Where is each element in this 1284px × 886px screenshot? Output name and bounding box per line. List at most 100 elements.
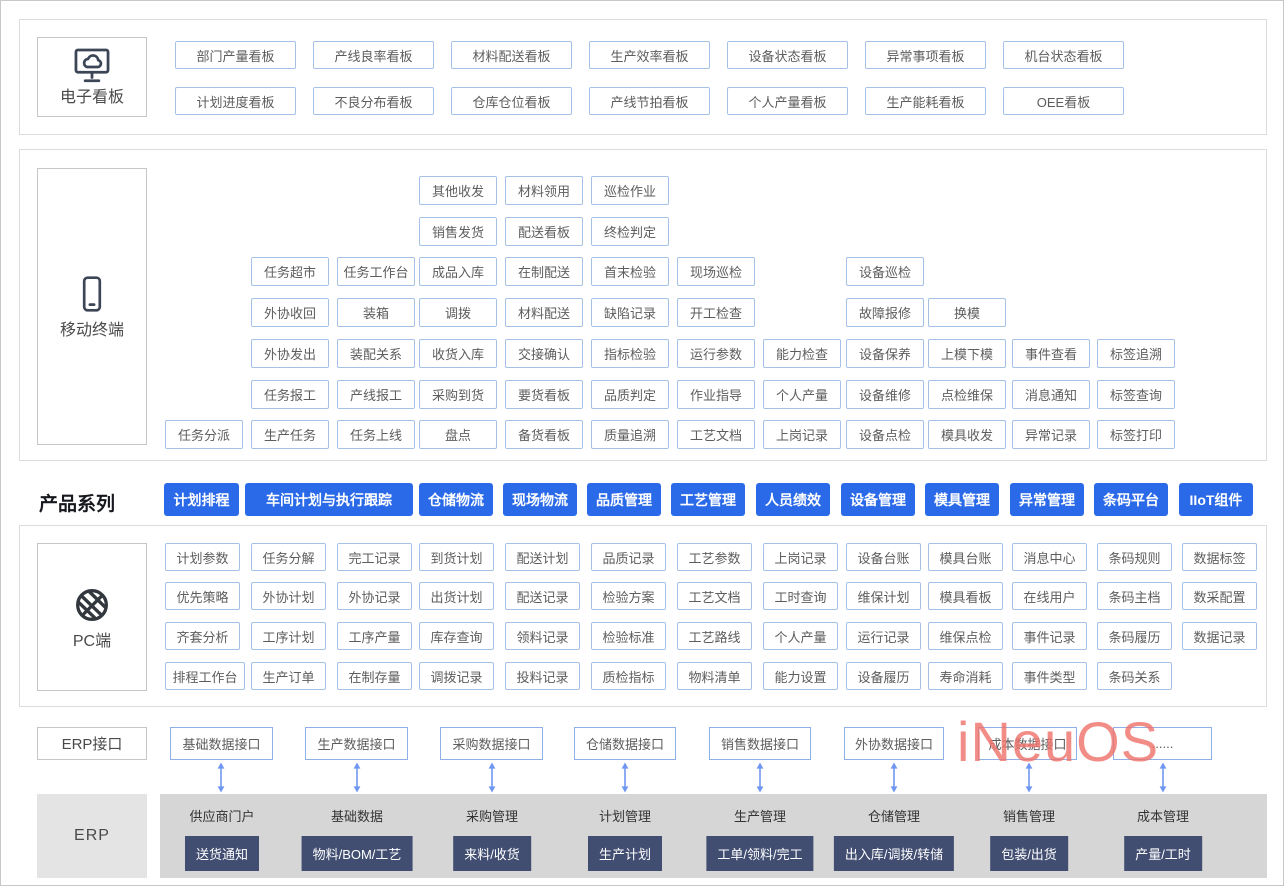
mobile-item[interactable]: 任务报工: [251, 380, 329, 409]
mobile-item[interactable]: 上岗记录: [763, 420, 841, 449]
dashboard-item[interactable]: 产线良率看板: [313, 41, 434, 69]
mobile-item[interactable]: 现场巡检: [677, 257, 755, 286]
erp-module-box[interactable]: 产量/工时: [1124, 836, 1202, 871]
mobile-item[interactable]: 首末检验: [591, 257, 669, 286]
pc-item[interactable]: 质检指标: [591, 662, 666, 690]
mobile-item[interactable]: 标签追溯: [1097, 339, 1175, 368]
dashboard-item[interactable]: 异常事项看板: [865, 41, 986, 69]
pc-item[interactable]: 调拨记录: [419, 662, 494, 690]
pc-item[interactable]: 个人产量: [763, 622, 838, 650]
pc-item[interactable]: 事件记录: [1012, 622, 1087, 650]
mobile-item[interactable]: 外协发出: [251, 339, 329, 368]
pc-item[interactable]: 维保计划: [846, 582, 921, 610]
erp-module-box[interactable]: 送货通知: [185, 836, 259, 871]
pc-item[interactable]: 工序计划: [251, 622, 326, 650]
mobile-item[interactable]: 运行参数: [677, 339, 755, 368]
dashboard-item[interactable]: 生产效率看板: [589, 41, 710, 69]
mobile-item[interactable]: 装配关系: [337, 339, 415, 368]
mobile-item[interactable]: 标签查询: [1097, 380, 1175, 409]
mobile-item[interactable]: 能力检查: [763, 339, 841, 368]
pc-item[interactable]: 优先策略: [165, 582, 240, 610]
product-series-button[interactable]: 工艺管理: [671, 483, 745, 516]
erp-module-box[interactable]: 工单/领料/完工: [706, 836, 813, 871]
mobile-item[interactable]: 外协收回: [251, 298, 329, 327]
mobile-item[interactable]: 质量追溯: [591, 420, 669, 449]
pc-item[interactable]: 投料记录: [505, 662, 580, 690]
dashboard-item[interactable]: 生产能耗看板: [865, 87, 986, 115]
mobile-item[interactable]: 在制配送: [505, 257, 583, 286]
dashboard-item[interactable]: 个人产量看板: [727, 87, 848, 115]
pc-item[interactable]: 物料清单: [677, 662, 752, 690]
mobile-item[interactable]: 指标检验: [591, 339, 669, 368]
dashboard-item[interactable]: 仓库仓位看板: [451, 87, 572, 115]
dashboard-item[interactable]: 机台状态看板: [1003, 41, 1124, 69]
mobile-item[interactable]: 作业指导: [677, 380, 755, 409]
mobile-item[interactable]: 成品入库: [419, 257, 497, 286]
dashboard-item[interactable]: OEE看板: [1003, 87, 1124, 115]
pc-item[interactable]: 寿命消耗: [928, 662, 1003, 690]
mobile-item[interactable]: 任务分派: [165, 420, 243, 449]
pc-item[interactable]: 工艺文档: [677, 582, 752, 610]
erp-interface-box[interactable]: 销售数据接口: [709, 727, 811, 760]
pc-item[interactable]: 检验标准: [591, 622, 666, 650]
mobile-item[interactable]: 调拨: [419, 298, 497, 327]
pc-item[interactable]: 工序产量: [337, 622, 412, 650]
mobile-item[interactable]: 终检判定: [591, 217, 669, 246]
pc-item[interactable]: 数据标签: [1182, 543, 1257, 571]
pc-item[interactable]: 外协计划: [251, 582, 326, 610]
mobile-item[interactable]: 材料领用: [505, 176, 583, 205]
erp-interface-box[interactable]: ......: [1113, 727, 1212, 760]
product-series-button[interactable]: IIoT组件: [1179, 483, 1253, 516]
mobile-item[interactable]: 任务工作台: [337, 257, 415, 286]
pc-item[interactable]: 配送记录: [505, 582, 580, 610]
product-series-button[interactable]: 人员绩效: [756, 483, 830, 516]
pc-item[interactable]: 出货计划: [419, 582, 494, 610]
erp-interface-box[interactable]: 仓储数据接口: [574, 727, 676, 760]
erp-interface-box[interactable]: 成本数据接口: [978, 727, 1077, 760]
mobile-item[interactable]: 盘点: [419, 420, 497, 449]
erp-module-box[interactable]: 物料/BOM/工艺: [302, 836, 413, 871]
mobile-item[interactable]: 备货看板: [505, 420, 583, 449]
mobile-item[interactable]: 消息通知: [1012, 380, 1090, 409]
pc-item[interactable]: 工时查询: [763, 582, 838, 610]
dashboard-item[interactable]: 不良分布看板: [313, 87, 434, 115]
pc-item[interactable]: 设备履历: [846, 662, 921, 690]
pc-item[interactable]: 到货计划: [419, 543, 494, 571]
pc-item[interactable]: 在线用户: [1012, 582, 1087, 610]
pc-item[interactable]: 计划参数: [165, 543, 240, 571]
product-series-button[interactable]: 仓储物流: [419, 483, 493, 516]
erp-interface-box[interactable]: 生产数据接口: [305, 727, 408, 760]
pc-item[interactable]: 领料记录: [505, 622, 580, 650]
pc-item[interactable]: 在制存量: [337, 662, 412, 690]
pc-item[interactable]: 模具台账: [928, 543, 1003, 571]
mobile-item[interactable]: 生产任务: [251, 420, 329, 449]
mobile-item[interactable]: 设备巡检: [846, 257, 924, 286]
erp-module-box[interactable]: 来料/收货: [453, 836, 531, 871]
mobile-item[interactable]: 上模下模: [928, 339, 1006, 368]
erp-interface-box[interactable]: 外协数据接口: [844, 727, 944, 760]
mobile-item[interactable]: 要货看板: [505, 380, 583, 409]
pc-item[interactable]: 配送计划: [505, 543, 580, 571]
erp-module-box[interactable]: 包装/出货: [990, 836, 1068, 871]
mobile-item[interactable]: 任务超市: [251, 257, 329, 286]
dashboard-item[interactable]: 产线节拍看板: [589, 87, 710, 115]
mobile-item[interactable]: 个人产量: [763, 380, 841, 409]
mobile-item[interactable]: 材料配送: [505, 298, 583, 327]
product-series-button[interactable]: 设备管理: [841, 483, 915, 516]
pc-item[interactable]: 数采配置: [1182, 582, 1257, 610]
mobile-item[interactable]: 交接确认: [505, 339, 583, 368]
pc-item[interactable]: 条码主档: [1097, 582, 1172, 610]
pc-item[interactable]: 任务分解: [251, 543, 326, 571]
pc-item[interactable]: 模具看板: [928, 582, 1003, 610]
pc-item[interactable]: 工艺参数: [677, 543, 752, 571]
pc-item[interactable]: 完工记录: [337, 543, 412, 571]
product-series-button[interactable]: 车间计划与执行跟踪: [245, 483, 413, 516]
mobile-item[interactable]: 巡检作业: [591, 176, 669, 205]
mobile-item[interactable]: 采购到货: [419, 380, 497, 409]
pc-item[interactable]: 齐套分析: [165, 622, 240, 650]
mobile-item[interactable]: 缺陷记录: [591, 298, 669, 327]
mobile-item[interactable]: 收货入库: [419, 339, 497, 368]
mobile-item[interactable]: 产线报工: [337, 380, 415, 409]
pc-item[interactable]: 条码关系: [1097, 662, 1172, 690]
pc-item[interactable]: 维保点检: [928, 622, 1003, 650]
